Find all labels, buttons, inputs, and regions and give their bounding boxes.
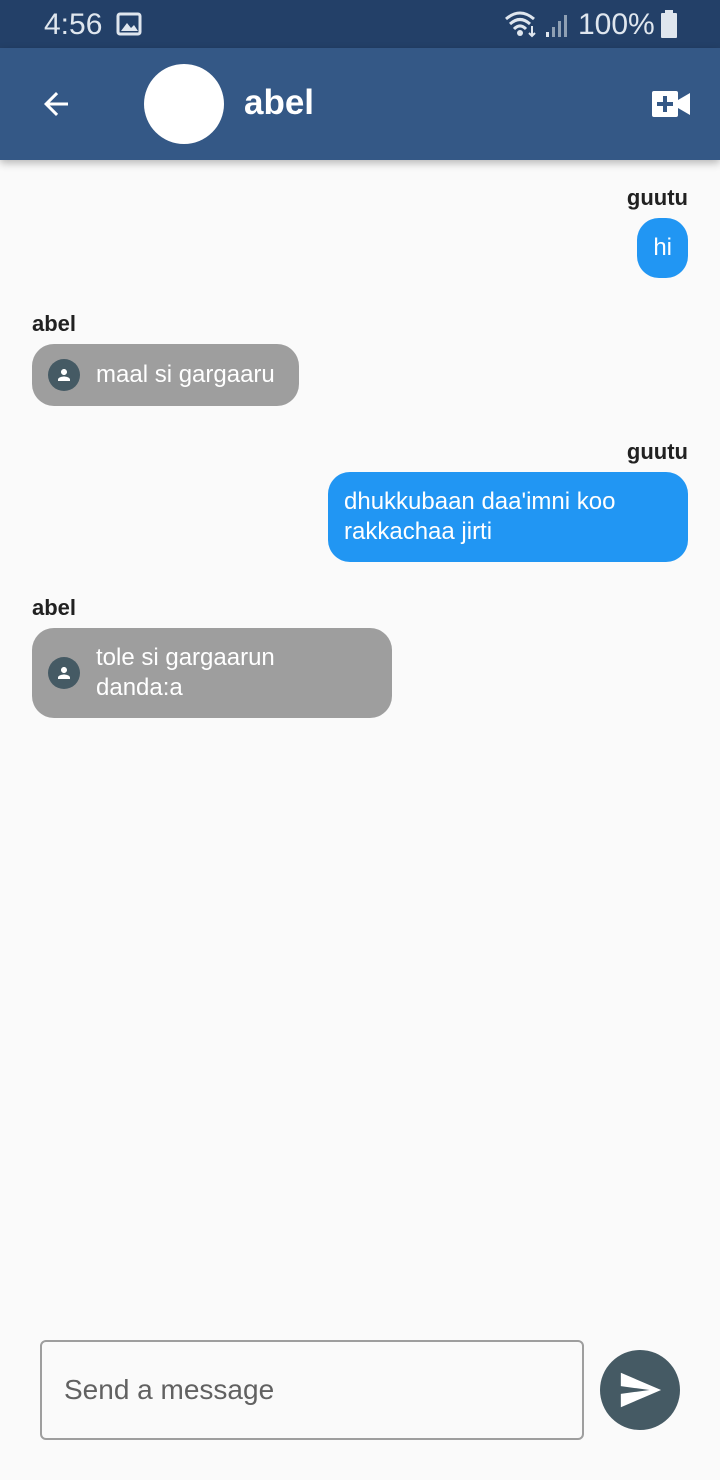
message-bubble[interactable]: hi [637,218,688,278]
video-call-icon [652,91,690,117]
send-button[interactable] [600,1350,680,1430]
arrow-back-icon [44,92,68,116]
back-button[interactable] [30,78,82,130]
app-bar: abel [0,48,720,160]
send-icon [620,1372,662,1408]
battery-percentage: 100% [578,8,655,41]
message-group: guutu hi [32,184,688,278]
message-bubble[interactable]: maal si gargaaru [32,344,299,406]
signal-icon [546,15,567,37]
person-icon [48,657,80,689]
message-text: hi [653,234,672,261]
contact-avatar[interactable] [144,64,224,144]
message-sender: abel [32,595,77,620]
message-bubble[interactable]: dhukkubaan daa'imni koo rakkachaa jirti [328,472,688,562]
battery-icon [661,10,677,38]
message-group: abel maal si gargaaru [32,310,688,406]
message-group: abel tole si gargaarun danda:a [32,594,688,718]
message-sender: guutu [626,439,688,464]
video-call-button[interactable] [648,82,694,126]
message-input[interactable] [40,1340,584,1440]
message-text: dhukkubaan daa'imni koo rakkachaa jirti [344,488,616,545]
status-bar: 4:56 100% [0,0,720,48]
message-bubble[interactable]: tole si gargaarun danda:a [32,628,392,718]
gallery-icon [116,12,142,36]
status-time: 4:56 [44,8,103,41]
message-group: guutu dhukkubaan daa'imni koo rakkachaa … [32,438,688,562]
message-sender: abel [32,311,77,336]
wifi-icon [505,11,536,38]
message-sender: guutu [626,185,688,210]
message-text: maal si gargaaru [96,361,275,388]
message-text: tole si gargaarun danda:a [96,644,275,701]
contact-name: abel [244,83,315,122]
person-icon [48,359,80,391]
message-list[interactable]: guutu hi abel maal si gargaaru guutu dhu… [0,160,720,1320]
